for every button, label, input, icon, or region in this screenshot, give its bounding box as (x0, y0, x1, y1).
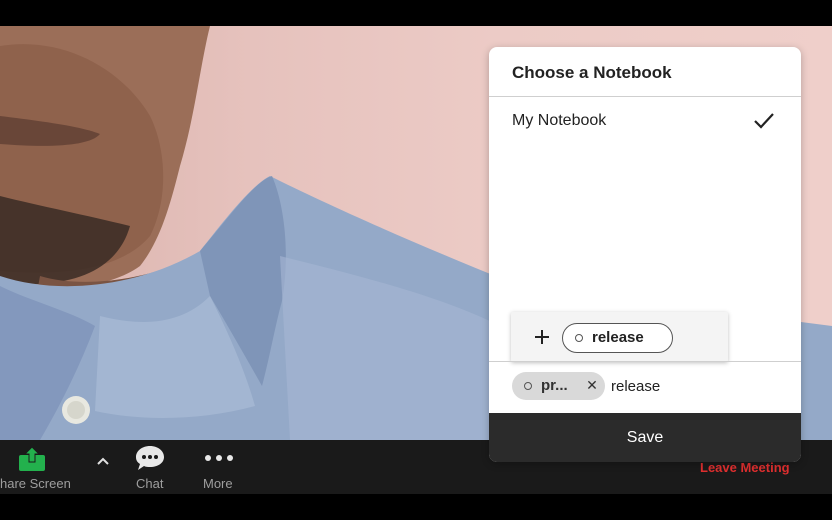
save-button[interactable]: Save (489, 413, 801, 462)
notebook-name: My Notebook (512, 112, 607, 129)
close-icon[interactable]: ✕ (585, 376, 599, 394)
tag-dot-icon (524, 382, 532, 390)
divider (489, 96, 801, 97)
more-label: More (203, 476, 233, 491)
chevron-up-icon (97, 457, 109, 465)
dialog-title: Choose a Notebook (512, 63, 672, 82)
chat-label: Chat (136, 476, 164, 491)
share-screen-button[interactable]: hare Screen (0, 440, 71, 494)
share-screen-label: hare Screen (0, 476, 71, 491)
divider (489, 361, 801, 362)
bottom-black-bar (0, 494, 832, 520)
share-screen-icon (19, 447, 45, 471)
chat-button[interactable]: Chat (130, 440, 170, 494)
tag-suggestion-pill[interactable]: release (562, 323, 673, 353)
tag-input[interactable] (611, 374, 781, 398)
plus-icon[interactable] (534, 329, 550, 345)
tag-suggestion-label: release (592, 329, 644, 346)
tag-chip-label: pr... (541, 377, 568, 394)
notebook-item-my-notebook[interactable]: My Notebook (489, 103, 801, 139)
chat-bubble-icon (136, 446, 164, 470)
share-options-caret[interactable] (92, 440, 114, 494)
leave-meeting-button[interactable]: Leave Meeting (700, 460, 790, 475)
tag-chip[interactable]: pr... ✕ (512, 372, 605, 400)
tag-dot-icon (575, 334, 583, 342)
choose-notebook-dialog: Choose a Notebook My Notebook release pr… (489, 47, 801, 462)
top-black-bar (0, 0, 832, 26)
more-button[interactable]: More (198, 440, 240, 494)
more-dots-icon (205, 455, 233, 461)
tag-suggestion-popup: release (511, 312, 728, 362)
checkmark-icon (754, 113, 774, 129)
